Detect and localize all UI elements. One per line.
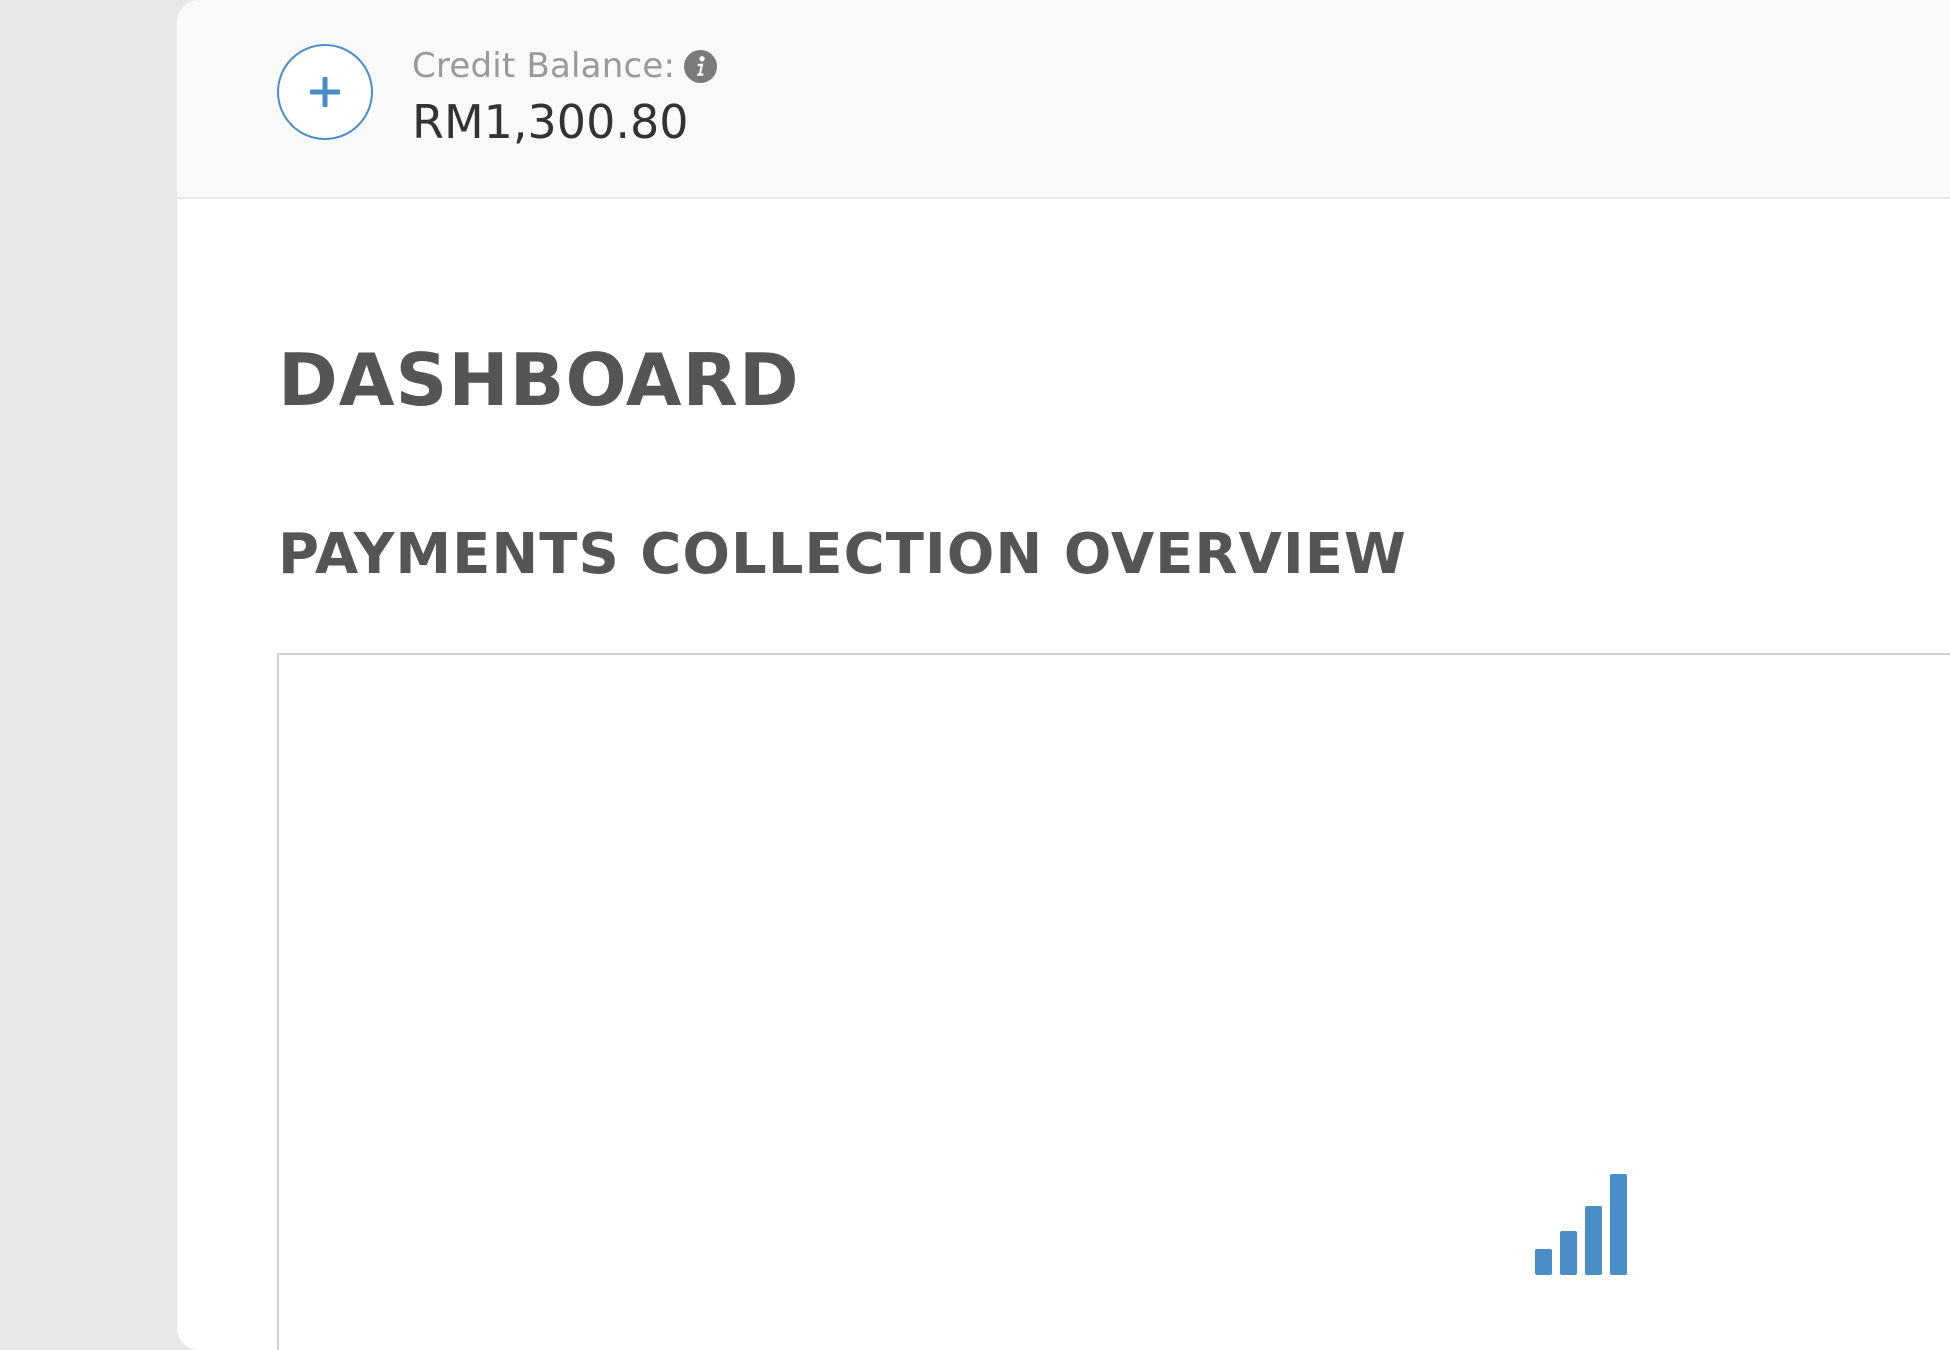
bar-chart-icon-bar-1	[1535, 1249, 1552, 1275]
plus-icon	[310, 77, 340, 107]
bar-chart-icon-bar-2	[1560, 1231, 1577, 1275]
info-icon[interactable]	[684, 49, 718, 83]
bar-chart-icon-bar-4	[1610, 1174, 1627, 1275]
credit-balance-label: Credit Balance:	[412, 46, 676, 86]
payments-chart-panel	[277, 653, 1950, 1350]
bar-chart-icon	[1535, 1174, 1627, 1275]
add-credit-button[interactable]	[277, 44, 373, 140]
credit-label-row: Credit Balance:	[412, 44, 718, 88]
page-title: DASHBOARD	[278, 338, 800, 422]
section-title: PAYMENTS COLLECTION OVERVIEW	[278, 522, 1407, 587]
app-panel: Credit Balance: RM1,300.80 DASHBOARD PAY…	[177, 0, 1950, 1350]
credit-balance: Credit Balance: RM1,300.80	[412, 44, 718, 150]
topbar: Credit Balance: RM1,300.80	[177, 0, 1950, 199]
credit-balance-amount: RM1,300.80	[412, 95, 689, 149]
bar-chart-icon-bar-3	[1585, 1206, 1602, 1275]
